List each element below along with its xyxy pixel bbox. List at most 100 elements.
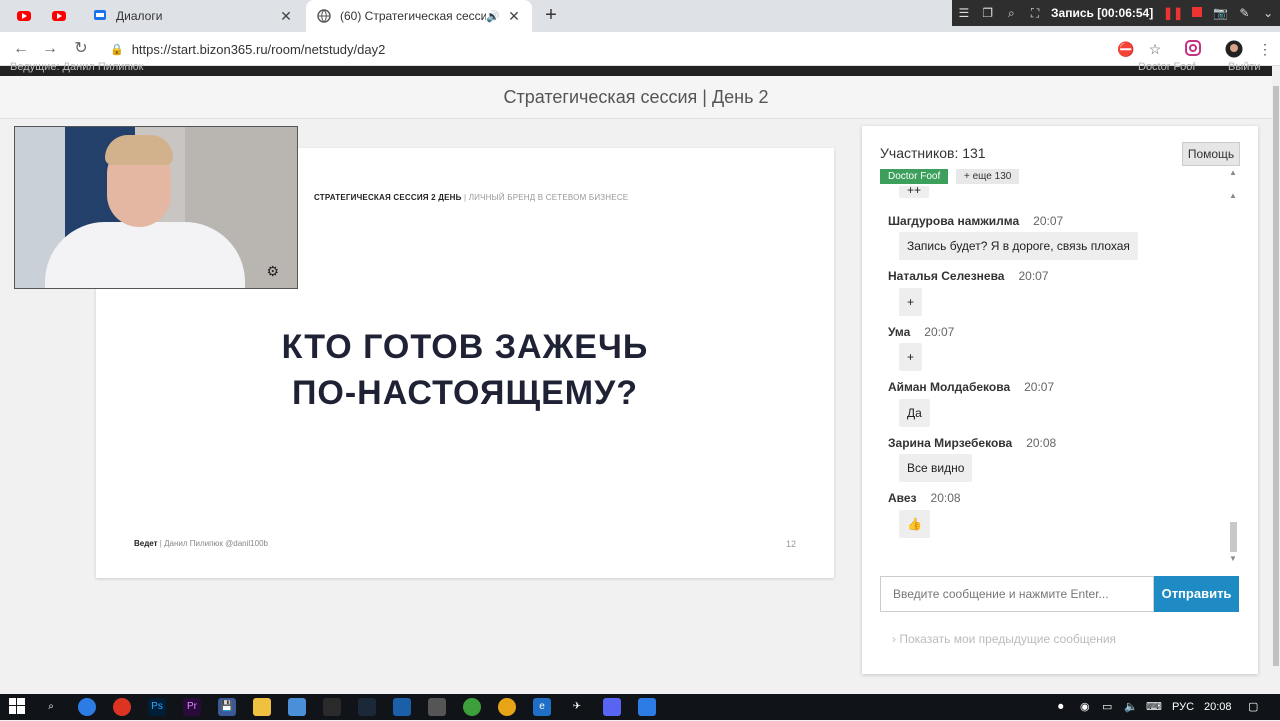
crop-icon[interactable]: ⛶ <box>1023 6 1047 21</box>
participants-count: Участников: 131 <box>880 145 986 161</box>
exit-link[interactable]: Выйти <box>1228 61 1261 73</box>
message-time: 20:08 <box>1026 436 1057 450</box>
message-bubble: ++ <box>899 186 930 198</box>
tab-close-icon[interactable]: ✕ <box>278 8 294 25</box>
page-scrollbar[interactable] <box>1272 66 1280 694</box>
more-users-badge[interactable]: + еще 130 <box>956 169 1020 184</box>
tab-close-icon[interactable]: ✕ <box>506 8 522 25</box>
slide-title: КТО ГОТОВ ЗАЖЕЧЬ ПО-НАСТОЯЩЕМУ? <box>96 324 834 416</box>
keyboard-icon[interactable]: ⌨ <box>1146 694 1162 720</box>
steam-icon[interactable] <box>358 698 376 716</box>
message-time: 20:07 <box>1033 214 1064 228</box>
os-taskbar: ⌕ Ps Pr 💾 e ✈ ⏺ ◉ ▭ 🔈 ⌨ РУС 20:08 ▢ <box>0 694 1280 720</box>
tab-dialogs[interactable]: Диалоги ✕ <box>82 0 304 32</box>
chevron-down-icon[interactable]: ⌄ <box>1256 6 1280 20</box>
message-time: 20:07 <box>1024 380 1055 394</box>
scroll-down-icon[interactable]: ▼ <box>1228 554 1238 563</box>
message-author: Наталья Селезнева 20:07 <box>888 269 1049 283</box>
stop-icon[interactable] <box>1185 6 1209 20</box>
region-zoom-icon[interactable]: ⌕ <box>1000 6 1024 21</box>
language-indicator[interactable]: РУС <box>1172 694 1194 720</box>
message-author: Зарина Мирзебекова 20:08 <box>888 436 1057 450</box>
back-arrow-icon[interactable]: ← <box>10 38 32 60</box>
slide-footer-bold: Ведет <box>134 539 158 548</box>
youtube-tab-icon[interactable] <box>50 6 70 26</box>
message-input[interactable] <box>880 576 1154 612</box>
save-icon[interactable]: 💾 <box>218 698 236 716</box>
youtube-tab-icon[interactable] <box>15 6 35 26</box>
presenter-video[interactable]: ⚙ <box>14 126 298 289</box>
windows-icon[interactable]: ❐ <box>976 6 1000 20</box>
tray-record-icon[interactable]: ⏺ <box>1058 694 1064 720</box>
tab-title: (60) Стратегическая сессия | <box>340 9 487 23</box>
app-icon[interactable]: ✈ <box>568 698 586 716</box>
screen-recorder-bar: ☰ ❐ ⌕ ⛶ Запись [00:06:54] ❚❚ 📷 ✎ ⌄ <box>952 0 1280 26</box>
notifications-icon[interactable]: ▢ <box>1248 694 1258 720</box>
clock[interactable]: 20:08 <box>1204 694 1232 720</box>
message-bubble: Все видно <box>899 454 973 482</box>
chrome-icon[interactable] <box>498 698 516 716</box>
address-bar-row: ← → ↻ 🔒 https://start.bizon365.ru/room/n… <box>0 32 1280 66</box>
gear-icon[interactable]: ⚙ <box>266 263 279 280</box>
message-bubble: Запись будет? Я в дороге, связь плохая <box>899 232 1138 260</box>
speaker-icon[interactable]: 🔊 <box>486 10 500 23</box>
image-app-icon[interactable] <box>428 698 446 716</box>
message-bubble: Да <box>899 399 930 427</box>
message-bubble: + <box>899 343 923 371</box>
search-icon[interactable]: ⌕ <box>42 698 60 716</box>
message-time: 20:07 <box>1018 269 1049 283</box>
volume-icon[interactable]: 🔈 <box>1124 694 1138 720</box>
slide-title-line: КТО ГОТОВ ЗАЖЕЧЬ <box>281 328 649 366</box>
instagram-icon[interactable] <box>1184 40 1202 58</box>
network-icon[interactable]: ▭ <box>1102 694 1112 720</box>
help-button[interactable]: Помощь <box>1182 142 1240 166</box>
more-menu-icon[interactable]: ⋮ <box>1256 40 1274 58</box>
current-user-badge[interactable]: Doctor Foof <box>880 169 949 184</box>
discord-icon[interactable] <box>603 698 621 716</box>
send-button[interactable]: Отправить <box>1154 576 1239 612</box>
new-tab-button[interactable]: + <box>540 4 562 26</box>
message-author: Шагдурова намжилма 20:07 <box>888 214 1064 228</box>
message-author: Ума 20:07 <box>888 325 955 339</box>
chat-panel: Участников: 131 Помощь Doctor Foof + еще… <box>862 126 1258 674</box>
camera-icon[interactable]: 📷 <box>1209 6 1233 20</box>
slide-footer-rest: | Данил Пилипюк @danil100b <box>157 539 268 548</box>
message-time: 20:08 <box>930 491 961 505</box>
record-app-icon[interactable] <box>113 698 131 716</box>
forward-arrow-icon[interactable]: → <box>39 38 61 60</box>
photoshop-icon[interactable]: Ps <box>148 698 166 716</box>
show-previous-messages-link[interactable]: › Показать мои предыдущие сообщения <box>892 632 1116 646</box>
scroll-up-icon[interactable]: ▲ <box>1228 168 1238 177</box>
site-blocked-icon[interactable]: ⛔ <box>1117 40 1135 58</box>
windows-start-icon[interactable] <box>8 698 26 716</box>
current-user-label: Doctor Foof <box>1138 61 1196 73</box>
message-time: 20:07 <box>924 325 955 339</box>
scroll-up-icon[interactable]: ▲ <box>1228 191 1238 200</box>
app-icon[interactable] <box>288 698 306 716</box>
tab-title: Диалоги <box>116 9 163 23</box>
premiere-icon[interactable]: Pr <box>183 698 201 716</box>
slide-header: СТРАТЕГИЧЕСКАЯ СЕССИЯ 2 ДЕНЬ | ЛИЧНЫЙ БР… <box>314 193 628 202</box>
menu-icon[interactable]: ☰ <box>952 6 976 20</box>
pause-icon[interactable]: ❚❚ <box>1161 6 1185 20</box>
torrent-icon[interactable] <box>463 698 481 716</box>
reload-icon[interactable]: ↻ <box>70 38 92 60</box>
edge-icon[interactable]: e <box>533 698 551 716</box>
bookmark-star-icon[interactable]: ☆ <box>1146 40 1164 58</box>
app-icon[interactable] <box>638 698 656 716</box>
profile-avatar-icon[interactable] <box>1225 40 1243 58</box>
chat-favicon-icon <box>92 8 108 24</box>
url-field[interactable]: 🔒 https://start.bizon365.ru/room/netstud… <box>104 37 1104 61</box>
globe-icon <box>316 8 332 24</box>
app-icon[interactable] <box>323 698 341 716</box>
pen-icon[interactable]: ✎ <box>1232 6 1256 20</box>
browser-app-icon[interactable] <box>78 698 96 716</box>
webinar-top-bar: Ведущие: Данил Пилипюк Doctor Foof Выйти <box>0 61 1272 76</box>
folder-icon[interactable] <box>253 698 271 716</box>
tray-steam-icon[interactable]: ◉ <box>1080 694 1090 720</box>
message-author: Айман Молдабекова 20:07 <box>888 380 1055 394</box>
chat-scrollbar[interactable]: ▲ ▲ ▼ <box>1228 166 1238 566</box>
app-icon[interactable] <box>393 698 411 716</box>
tab-strategy-session[interactable]: (60) Стратегическая сессия | 🔊 ✕ <box>306 0 532 32</box>
message-list[interactable]: ++ Шагдурова намжилма 20:07 Запись будет?… <box>880 186 1230 566</box>
